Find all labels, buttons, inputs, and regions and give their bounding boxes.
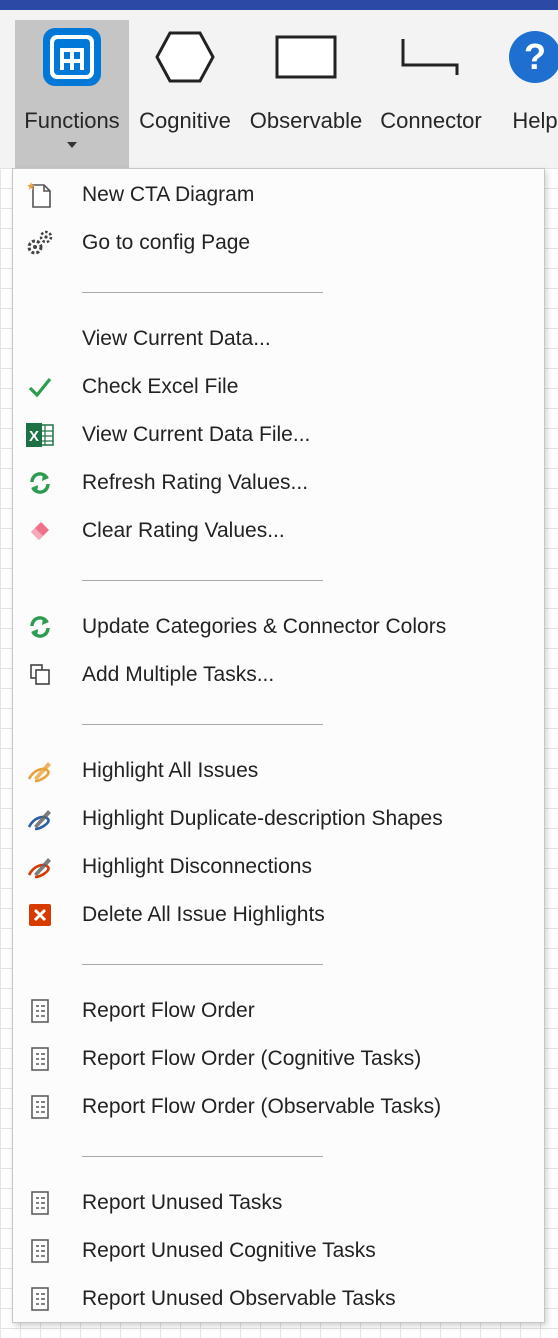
highlight-red-icon [25,852,55,882]
excel-icon: X [25,420,55,450]
refresh-icon [25,468,55,498]
menu-item-label: Check Excel File [82,375,239,398]
menu-item-label: View Current Data File... [82,423,311,446]
menu-item-label: Go to config Page [82,231,251,254]
menu-item-label: Add Multiple Tasks... [82,663,275,686]
menu-item-label: Report Unused Cognitive Tasks [82,1239,376,1262]
report-icon [25,1284,55,1314]
menu-item-report-flow-order-observable[interactable]: Report Flow Order (Observable Tasks) [13,1085,544,1129]
menu-item-label: Delete All Issue Highlights [82,903,325,926]
functions-label: Functions [24,108,120,133]
menu-item-label: Report Flow Order (Observable Tasks) [82,1095,442,1118]
svg-text:X: X [29,428,39,445]
highlight-blue-icon [25,804,55,834]
menu-separator [82,1156,323,1157]
report-icon [25,1188,55,1218]
menu-item-update-categories-connector-colors[interactable]: Update Categories & Connector Colors [13,605,544,649]
cognitive-label: Cognitive [139,108,231,133]
menu-item-report-flow-order[interactable]: Report Flow Order [13,989,544,1033]
chevron-down-icon[interactable] [67,142,77,148]
help-button[interactable]: ? Help [500,20,558,168]
connector-button[interactable]: Connector [372,20,490,168]
menu-separator [82,964,323,965]
title-bar [0,0,558,10]
menu-item-label: New CTA Diagram [82,183,255,206]
menu-item-clear-rating-values[interactable]: Clear Rating Values... [13,509,544,553]
svg-text:?: ? [524,36,546,77]
functions-dropdown-menu: New CTA Diagram Go to config Page View C… [12,168,545,1323]
menu-item-label: Report Unused Tasks [82,1191,283,1214]
gears-icon [25,228,55,258]
menu-item-label: Highlight Duplicate-description Shapes [82,807,443,830]
menu-item-label: Highlight All Issues [82,759,259,782]
menu-item-highlight-duplicate-description-shapes[interactable]: Highlight Duplicate-description Shapes [13,797,544,841]
menu-item-report-unused-observable-tasks[interactable]: Report Unused Observable Tasks [13,1277,544,1321]
menu-item-highlight-all-issues[interactable]: Highlight All Issues [13,749,544,793]
connector-icon [394,20,468,94]
menu-item-go-to-config-page[interactable]: Go to config Page [13,221,544,265]
refresh-icon [25,612,55,642]
delete-icon [25,900,55,930]
cognitive-button[interactable]: Cognitive [132,20,238,168]
menu-item-label: Refresh Rating Values... [82,471,309,494]
copy-icon [25,660,55,690]
menu-separator [82,724,323,725]
help-label: Help [512,108,558,133]
menu-item-label: Report Unused Observable Tasks [82,1287,396,1310]
checkmark-icon [25,372,55,402]
menu-item-delete-all-issue-highlights[interactable]: Delete All Issue Highlights [13,893,544,937]
menu-item-highlight-disconnections[interactable]: Highlight Disconnections [13,845,544,889]
menu-separator [82,580,323,581]
report-icon [25,996,55,1026]
menu-separator [82,292,323,293]
report-icon [25,1236,55,1266]
menu-item-report-unused-tasks[interactable]: Report Unused Tasks [13,1181,544,1225]
menu-item-label: Highlight Disconnections [82,855,312,878]
menu-item-view-current-data-file[interactable]: X View Current Data File... [13,413,544,457]
observable-label: Observable [249,108,363,133]
menu-item-label: View Current Data... [82,327,271,350]
observable-button[interactable]: Observable [244,20,368,168]
report-icon [25,1044,55,1074]
connector-label: Connector [380,108,482,133]
menu-item-label: Report Flow Order [82,999,255,1022]
menu-item-report-unused-cognitive-tasks[interactable]: Report Unused Cognitive Tasks [13,1229,544,1273]
rectangle-icon [269,20,343,94]
menu-item-label: Update Categories & Connector Colors [82,615,447,638]
eraser-icon [25,516,55,546]
functions-button[interactable]: Functions [15,20,129,168]
functions-icon [35,20,109,94]
menu-item-label: Report Flow Order (Cognitive Tasks) [82,1047,422,1070]
help-icon: ? [498,20,558,94]
hexagon-icon [148,20,222,94]
menu-item-report-flow-order-cognitive[interactable]: Report Flow Order (Cognitive Tasks) [13,1037,544,1081]
new-document-icon [25,180,55,210]
menu-item-new-cta-diagram[interactable]: New CTA Diagram [13,173,544,217]
menu-item-view-current-data[interactable]: View Current Data... [13,317,544,361]
highlight-orange-icon [25,756,55,786]
menu-item-check-excel-file[interactable]: Check Excel File [13,365,544,409]
menu-item-add-multiple-tasks[interactable]: Add Multiple Tasks... [13,653,544,697]
menu-item-label: Clear Rating Values... [82,519,285,542]
report-icon [25,1092,55,1122]
menu-item-refresh-rating-values[interactable]: Refresh Rating Values... [13,461,544,505]
